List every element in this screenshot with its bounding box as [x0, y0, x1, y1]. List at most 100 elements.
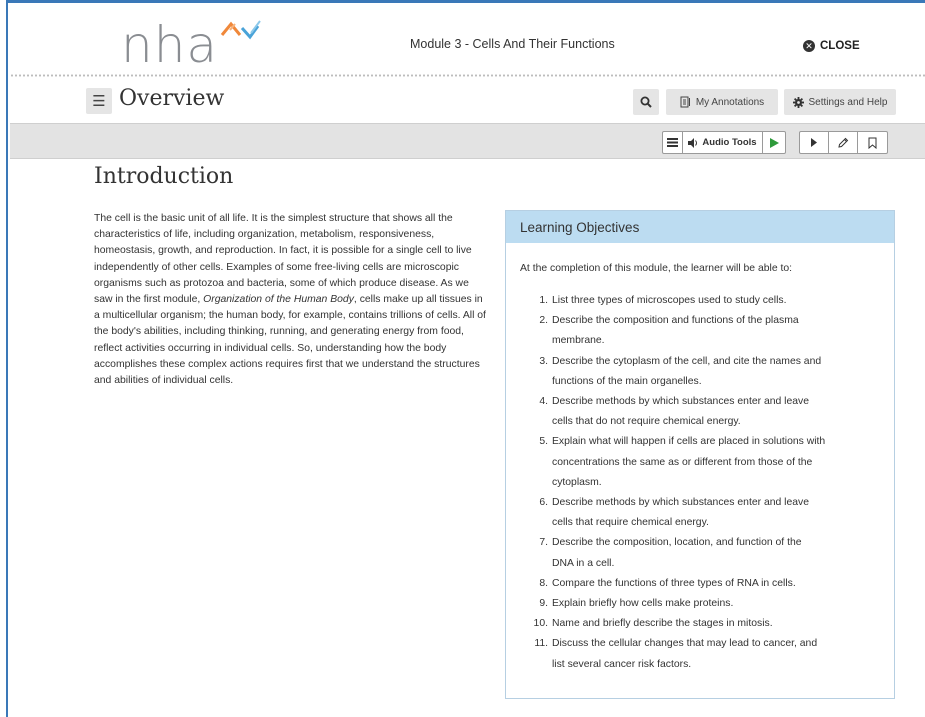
objective-line: Explain briefly how cells make proteins.: [552, 598, 734, 610]
objective-text: Describe methods by which substances ent…: [552, 493, 809, 533]
page-title: Overview: [119, 86, 225, 111]
intro-text-part-2: , cells make up all tissues in a multice…: [94, 294, 486, 387]
objective-line: cells that do not require chemical energ…: [552, 416, 741, 428]
objective-text: Describe the composition and functions o…: [552, 311, 799, 351]
audio-tools-button[interactable]: Audio Tools: [683, 132, 763, 153]
list-icon: [667, 138, 678, 147]
play-audio-button[interactable]: [763, 132, 785, 153]
play-icon: [769, 137, 779, 148]
objective-text: Discuss the cellular changes that may le…: [552, 634, 817, 674]
objective-line: membrane.: [552, 335, 605, 347]
objective-item: 2. Describe the composition and functions…: [524, 311, 884, 351]
objective-line: Discuss the cellular changes that may le…: [552, 638, 818, 650]
objective-line: DNA in a cell.: [552, 557, 615, 569]
objective-line: cells that require chemical energy.: [552, 517, 709, 529]
title-bar: ☰ Overview My Annotations Settings and H…: [10, 78, 925, 123]
bookmark-icon: [868, 137, 877, 149]
objective-line: cytoplasm.: [552, 476, 602, 488]
objective-text: Describe methods by which substances ent…: [552, 392, 809, 432]
objective-number: 6.: [539, 497, 548, 509]
module-reference: Organization of the Human Body: [203, 294, 354, 306]
objective-number: 9.: [539, 598, 548, 610]
objective-item: 11. Discuss the cellular changes that may…: [524, 634, 884, 674]
menu-button[interactable]: ☰: [86, 88, 112, 114]
objective-line: List three types of microscopes used to …: [552, 295, 787, 306]
objective-number: 11.: [534, 638, 548, 650]
module-title: Module 3 - Cells And Their Functions: [410, 37, 615, 51]
close-label: CLOSE: [820, 40, 860, 52]
objective-line: Describe the composition, location, and …: [552, 537, 802, 549]
objective-number: 10.: [533, 618, 548, 630]
my-annotations-button[interactable]: My Annotations: [666, 89, 778, 115]
window-left-border: [0, 0, 8, 717]
objective-item: 8. Compare the functions of three types o…: [524, 574, 884, 594]
search-button[interactable]: [633, 89, 659, 115]
objective-item: 3. Describe the cytoplasm of the cell, an…: [524, 352, 884, 392]
objective-item: 9. Explain briefly how cells make protein…: [524, 594, 884, 614]
reader-app: nha Module 3 - Cells And Their Functions…: [10, 3, 925, 717]
pointer-icon: [811, 138, 817, 147]
objective-item: 7. Describe the composition, location, an…: [524, 533, 884, 573]
logo-text: nha: [121, 16, 219, 74]
objective-number: 8.: [539, 577, 548, 589]
settings-help-label: Settings and Help: [808, 96, 888, 108]
objective-item: 10. Name and briefly describe the stages …: [524, 614, 884, 634]
objective-item: 6. Describe methods by which substances e…: [524, 493, 884, 533]
objective-number: 2.: [539, 315, 548, 327]
objective-line: concentrations the same as or different …: [552, 456, 813, 468]
header: nha Module 3 - Cells And Their Functions…: [10, 3, 925, 78]
objective-number: 3.: [539, 355, 548, 367]
settings-help-button[interactable]: Settings and Help: [784, 89, 896, 115]
audio-menu-button[interactable]: [663, 132, 683, 153]
objective-line: functions of the main organelles.: [552, 375, 702, 387]
objective-line: Describe the cytoplasm of the cell, and …: [552, 355, 822, 367]
objective-number: 5.: [539, 436, 548, 448]
objective-line: Compare the functions of three types of …: [552, 577, 796, 589]
nha-logo: nha: [121, 15, 271, 73]
objective-item: 1. List three types of microscopes used t…: [524, 291, 884, 311]
audio-tools-group: Audio Tools: [662, 131, 786, 154]
objective-text: Explain briefly how cells make proteins.: [552, 594, 733, 614]
objective-line: Describe methods by which substances ent…: [552, 396, 810, 408]
intro-text-part-1: The cell is the basic unit of all life. …: [94, 213, 472, 306]
objective-item: 5. Explain what will happen if cells are …: [524, 432, 884, 493]
close-circle-icon: ✕: [803, 40, 815, 52]
objective-text: Explain what will happen if cells are pl…: [552, 432, 825, 493]
learning-objectives-panel: Learning Objectives At the completion of…: [505, 210, 895, 699]
bookmark-button[interactable]: [858, 132, 887, 153]
introduction-heading: Introduction: [94, 164, 234, 189]
learning-objectives-title: Learning Objectives: [506, 211, 894, 243]
objective-text: Compare the functions of three types of …: [552, 574, 796, 594]
annotations-icon: [680, 96, 690, 108]
close-button[interactable]: ✕ CLOSE: [803, 40, 860, 52]
highlight-tool-button[interactable]: [829, 132, 858, 153]
objective-text: Name and briefly describe the stages in …: [552, 614, 773, 634]
speaker-icon: [688, 137, 698, 148]
objective-line: list several cancer risk factors.: [552, 658, 692, 670]
reader-toolbar: Audio Tools: [10, 123, 925, 159]
objective-number: 7.: [539, 537, 548, 549]
learning-objectives-list: 1. List three types of microscopes used t…: [524, 291, 884, 675]
introduction-text: The cell is the basic unit of all life. …: [94, 211, 489, 389]
audio-tools-label: Audio Tools: [702, 137, 757, 148]
pencil-icon: [838, 137, 849, 148]
objective-line: Explain what will happen if cells are pl…: [552, 436, 826, 448]
objective-item: 4. Describe methods by which substances e…: [524, 392, 884, 432]
objective-text: Describe the cytoplasm of the cell, and …: [552, 352, 821, 392]
objective-number: 4.: [539, 396, 548, 408]
objective-line: Describe the composition and functions o…: [552, 315, 799, 327]
objective-text: Describe the composition, location, and …: [552, 533, 802, 573]
objective-text: List three types of microscopes used to …: [552, 291, 786, 311]
logo-chevrons-icon: [220, 20, 261, 40]
gear-icon: [792, 96, 804, 108]
annotation-tools-group: [799, 131, 888, 154]
pointer-tool-button[interactable]: [800, 132, 829, 153]
hamburger-icon: ☰: [92, 92, 106, 110]
header-divider: [10, 74, 925, 77]
search-icon: [640, 96, 652, 108]
my-annotations-label: My Annotations: [695, 96, 765, 108]
learning-objectives-intro: At the completion of this module, the le…: [520, 263, 793, 274]
objective-line: Describe methods by which substances ent…: [552, 497, 810, 509]
objective-number: 1.: [539, 295, 548, 306]
objective-line: Name and briefly describe the stages in …: [552, 618, 773, 630]
